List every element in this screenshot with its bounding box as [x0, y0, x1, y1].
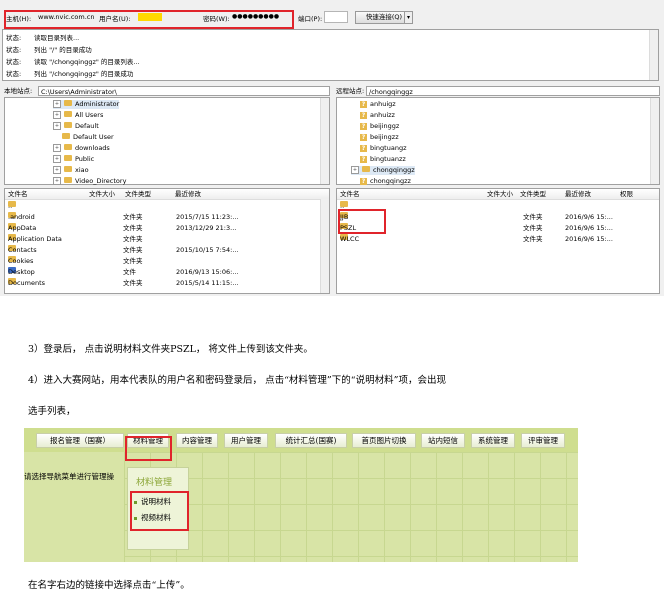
tree-item[interactable]: ? bingtuanzz	[360, 155, 406, 164]
remote-list-header: 文件名 文件大小 文件类型 最近修改 权限	[337, 189, 659, 200]
table-row[interactable]: Desktop 文件 2016/9/13 15:06:...	[8, 267, 318, 277]
tree-item[interactable]: + Video_Directory	[53, 177, 126, 186]
local-tree: + Administrator + All Users + Default Defau…	[4, 97, 330, 185]
table-row[interactable]: ..	[8, 201, 318, 211]
nav-item-content[interactable]: 内容管理	[176, 433, 218, 448]
tree-item[interactable]: + Public	[53, 155, 94, 164]
tree-item[interactable]: ? chongqingzz	[360, 177, 411, 186]
column-header[interactable]: 文件大小	[89, 189, 115, 199]
tree-item[interactable]: + chongqinggz	[351, 166, 415, 175]
local-site-bar: 本地站点: C:\Users\Administrator\	[4, 86, 330, 96]
table-row[interactable]: Cookies 文件夹	[8, 256, 318, 266]
dropdown-title: 材料管理	[136, 478, 173, 488]
local-list-header: 文件名 文件大小 文件类型 最近修改	[5, 189, 329, 200]
table-row[interactable]: WLCC 文件夹 2016/9/6 15:...	[340, 234, 650, 244]
nav-item-users[interactable]: 用户管理	[224, 433, 268, 448]
column-header[interactable]: 文件类型	[125, 189, 151, 199]
final-instruction: 在名字右边的链接中选择点击“上传”。	[28, 580, 190, 591]
nav-bar: 报名管理（国赛） 材料管理 内容管理 用户管理 统计汇总(国赛) 首页图片切换 …	[24, 428, 578, 452]
column-header[interactable]: 权限	[620, 189, 633, 199]
column-header[interactable]: 最近修改	[565, 189, 591, 199]
table-row[interactable]: PSZL 文件夹 2016/9/6 15:...	[340, 223, 650, 233]
admin-nav-screenshot: 报名管理（国赛） 材料管理 内容管理 用户管理 统计汇总(国赛) 首页图片切换 …	[24, 428, 578, 562]
local-path-input[interactable]: C:\Users\Administrator\	[38, 86, 330, 96]
table-row[interactable]: Application Data 文件夹	[8, 234, 318, 244]
tree-item[interactable]: + xiao	[53, 166, 89, 175]
log-scrollbar[interactable]	[649, 30, 658, 80]
remote-path-input[interactable]: /chongqinggz	[366, 86, 660, 96]
column-header[interactable]: 文件名	[340, 189, 360, 199]
remote-site-bar: 远程站点: /chongqinggz	[336, 86, 660, 96]
local-tree-scrollbar[interactable]	[320, 98, 329, 184]
content-grid	[124, 452, 578, 562]
port-label: 端口(P):	[298, 15, 323, 23]
quickconnect-button-label: 快速连接(Q)	[365, 13, 403, 21]
local-site-label: 本地站点:	[4, 87, 33, 95]
message-log: 状态: 读取目录列表... 状态: 列出 "/" 的目录成功 状态: 读取 "/cho…	[2, 29, 659, 81]
nav-item-system[interactable]: 系统管理	[471, 433, 515, 448]
tree-item[interactable]: + All Users	[53, 111, 103, 120]
nav-item-statistics[interactable]: 统计汇总(国赛)	[275, 433, 347, 448]
nav-hint-text: 请选择导航菜单进行管理操	[24, 472, 114, 481]
tree-item[interactable]: ? beijingzz	[360, 133, 399, 142]
local-file-list: 文件名 文件大小 文件类型 最近修改 .. .android 文件夹 2015/7/…	[4, 188, 330, 294]
remote-tree-scrollbar[interactable]	[650, 98, 659, 184]
remote-file-list: 文件名 文件大小 文件类型 最近修改 权限 .. JJB 文件夹 2016/9/6 …	[336, 188, 660, 294]
local-list-scrollbar[interactable]	[320, 199, 329, 293]
column-header[interactable]: 文件类型	[520, 189, 546, 199]
column-header[interactable]: 文件大小	[487, 189, 513, 199]
nav-item-registration[interactable]: 报名管理（国赛）	[36, 433, 124, 448]
tree-item[interactable]: ? anhuigz	[360, 100, 396, 109]
table-row[interactable]: Documents 文件夹 2015/5/14 11:15:...	[8, 278, 318, 288]
chevron-down-icon[interactable]: ▾	[404, 11, 413, 24]
step-3-text: 3）登录后， 点击说明材料文件夹PSZL， 将文件上传到该文件夹。	[28, 344, 313, 355]
remote-site-label: 远程站点:	[336, 87, 365, 95]
step-4-text: 4）进入大赛网站，用本代表队的用户名和密码登录后， 点击“材料管理”下的“说明材…	[28, 375, 446, 386]
nav-item-home-images[interactable]: 首页图片切换	[352, 433, 416, 448]
table-row[interactable]: AppData 文件夹 2013/12/29 21:3...	[8, 223, 318, 233]
log-row: 状态: 读取 "/chongqinggz" 的目录列表...	[6, 58, 140, 66]
log-row: 状态: 列出 "/chongqinggz" 的目录成功	[6, 70, 134, 78]
ftp-client-screenshot: 主机(H): www.nvic.com.cn 用户名(U): 密码(W): ●●…	[0, 0, 664, 296]
log-row: 状态: 读取目录列表...	[6, 34, 80, 42]
tree-item[interactable]: ? anhuizz	[360, 111, 395, 120]
step-4-continued: 选手列表，	[28, 406, 76, 417]
folder-highlight	[338, 209, 386, 234]
table-row[interactable]: Contacts 文件夹 2015/10/15 7:54:...	[8, 245, 318, 255]
nav-item-messages[interactable]: 站内短信	[421, 433, 465, 448]
nav-item-review[interactable]: 评审管理	[521, 433, 565, 448]
port-field[interactable]	[324, 11, 348, 23]
table-row[interactable]: .android 文件夹 2015/7/15 11:23:...	[8, 212, 318, 222]
credentials-highlight	[4, 10, 294, 29]
tree-item[interactable]: ? bingtuangz	[360, 144, 407, 153]
dropdown-highlight	[130, 491, 189, 531]
menu-highlight	[125, 436, 172, 461]
remote-tree: ? anhuigz ? anhuizz ? beijinggz ? beijingzz …	[336, 97, 660, 185]
tree-item[interactable]: + Default	[53, 122, 99, 131]
tree-item[interactable]: + Administrator	[53, 100, 120, 109]
table-row[interactable]: ..	[340, 201, 650, 211]
column-header[interactable]: 最近修改	[175, 189, 201, 199]
tree-item[interactable]: ? beijinggz	[360, 122, 399, 131]
column-header[interactable]: 文件名	[8, 189, 28, 199]
tree-item[interactable]: Default User	[62, 133, 114, 142]
tree-item[interactable]: + downloads	[53, 144, 110, 153]
table-row[interactable]: JJB 文件夹 2016/9/6 15:...	[340, 212, 650, 222]
log-row: 状态: 列出 "/" 的目录成功	[6, 46, 92, 54]
